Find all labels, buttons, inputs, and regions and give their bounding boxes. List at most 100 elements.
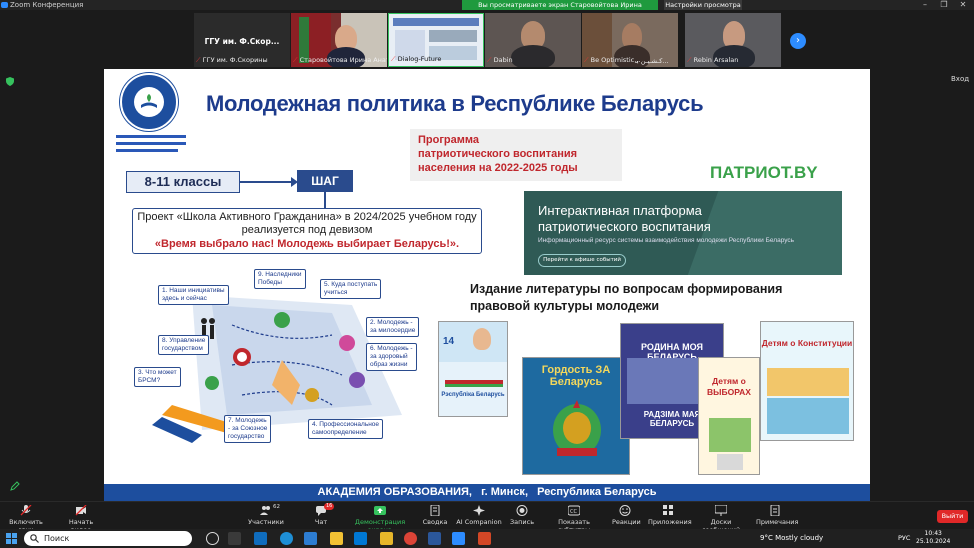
next-page-button[interactable]: ›: [790, 33, 806, 49]
video-off-icon: [75, 505, 87, 516]
chat-button[interactable]: 16 Чат: [310, 503, 335, 526]
shared-screen-area: Вход Молодежная политика в Республике Бе…: [0, 69, 974, 501]
info-label-3: 3. Что может БРСМ?: [134, 367, 181, 387]
explorer-icon[interactable]: [380, 532, 393, 545]
info-label-4: 4. Профессиональное самоопределение: [308, 419, 384, 439]
participant-name: كـشـيـن بـ...: [635, 57, 669, 65]
close-icon[interactable]: ✕: [953, 0, 973, 10]
whiteboard-icon: [715, 505, 727, 516]
slide-title: Молодежная политика в Республике Беларус…: [206, 91, 704, 116]
participant-tile[interactable]: ⟋ Rebin Arsalan: [685, 13, 781, 67]
share-banner: Вы просматриваете экран Старовойтова Ири…: [462, 0, 658, 19]
info-label-7: 7. Молодежь - за Союзное государство: [224, 415, 272, 443]
book-cover-constitution: Детям о Конституции: [760, 321, 854, 441]
info-label-8: 8. Управление государством: [158, 335, 210, 355]
enter-button[interactable]: Вход: [951, 75, 969, 83]
svg-text:CC: CC: [570, 509, 577, 515]
zoom-taskbar-icon[interactable]: [452, 532, 465, 545]
book-cover-republic: 14 Рэспубліка Беларусь: [438, 321, 508, 417]
sparkle-icon: [473, 505, 485, 516]
participant-name: ⟋ Dialog-Future: [391, 55, 442, 63]
platform-title: патриотического воспитания: [538, 219, 711, 234]
project-line: реализуется под девизом: [241, 224, 373, 236]
notes-button[interactable]: Примечания: [756, 505, 798, 526]
microphone-muted-icon: [20, 505, 32, 516]
connector-arrow: [240, 181, 295, 183]
share-screen-icon: [374, 506, 386, 515]
annotate-pen-icon[interactable]: [10, 481, 20, 491]
files-icon[interactable]: [330, 532, 343, 545]
logo-stripe: [116, 142, 186, 145]
minimize-icon[interactable]: –: [915, 0, 935, 10]
reactions-button[interactable]: Реакции: [612, 505, 641, 526]
info-label-1: 1. Наши инициативы здесь и сейчас: [158, 285, 229, 305]
participant-name: ⟋ Dabin: [487, 56, 513, 64]
participant-count: 62: [273, 504, 280, 510]
platform-subtitle: Информационный ресурс системы взаимодейс…: [538, 237, 795, 244]
leave-button[interactable]: Выйти: [937, 510, 968, 523]
participant-tile[interactable]: ⟋ Dialog-Future: [388, 13, 484, 67]
edge-icon[interactable]: [280, 532, 293, 545]
cortana-icon[interactable]: [206, 532, 219, 545]
mail-icon[interactable]: [354, 532, 367, 545]
book-leaf-icon: [141, 94, 157, 108]
footer-country: Республика Беларусь: [537, 486, 657, 498]
book-number: 14: [443, 336, 455, 347]
windows-start-icon[interactable]: [6, 533, 17, 544]
book-cover-elections: Детям о ВЫБОРАХ: [698, 357, 760, 475]
language-indicator[interactable]: РУС: [898, 532, 910, 545]
store-icon[interactable]: [304, 532, 317, 545]
participant-tile[interactable]: ⟋ Dabin: [485, 13, 581, 67]
captions-icon: CC: [568, 505, 580, 516]
shield-icon[interactable]: [6, 77, 14, 86]
book-title: Рэспубліка Беларусь: [441, 392, 505, 398]
task-view-icon[interactable]: [228, 532, 241, 545]
info-label-5: 5. Куда поступать учиться: [320, 279, 382, 299]
outlook-icon[interactable]: [254, 532, 267, 545]
word-icon[interactable]: [428, 532, 441, 545]
meeting-toolbar: Включить звук Начать видео 62 Участники …: [0, 501, 974, 534]
window-title: Zoom Конференция: [10, 1, 84, 9]
connector-line: [324, 192, 326, 208]
zoom-window: Zoom Конференция Вы просматриваете экран…: [0, 0, 974, 548]
ai-companion-button[interactable]: AI Companion: [456, 505, 502, 526]
apps-button[interactable]: Приложения: [648, 505, 692, 526]
participant-tile[interactable]: كـشـيـن بـ...: [633, 13, 683, 67]
program-line: населения на 2022-2025 годы: [418, 162, 578, 174]
book-title: Детям о Конституции: [761, 338, 853, 348]
participant-center-name: ГГУ им. Ф.Скор...: [204, 37, 280, 46]
record-icon: [516, 505, 528, 516]
windows-taskbar: Поиск 9°C Mostly cloudy РУС 10:43 25.10.…: [0, 529, 974, 548]
participant-tile[interactable]: ГГУ им. Ф.Скор... ⟋ ГГУ им. Ф.Скорины: [194, 13, 290, 67]
program-line: патриотического воспитания: [418, 148, 578, 160]
taskbar-search-input[interactable]: Поиск: [24, 531, 192, 546]
participant-strip: ГГУ им. Ф.Скор... ⟋ ГГУ им. Ф.Скорины ⟋ …: [0, 11, 974, 69]
maximize-icon[interactable]: ❐: [934, 0, 954, 10]
academy-logo: [120, 73, 178, 131]
system-clock[interactable]: 10:43 25.10.2024: [916, 530, 950, 546]
zoom-logo-icon: [1, 2, 8, 8]
weather-widget[interactable]: 9°C Mostly cloudy: [760, 532, 823, 545]
search-icon: [30, 534, 39, 543]
book-cover-pride: Гордость ЗА Беларусь: [522, 357, 630, 475]
footer-city: г. Минск,: [481, 486, 528, 498]
view-settings-button[interactable]: Настройки просмотра: [664, 0, 742, 10]
presentation-slide: Молодежная политика в Республике Беларус…: [104, 69, 870, 501]
search-placeholder: Поиск: [44, 534, 70, 543]
smiley-icon: [619, 505, 631, 516]
info-label-2: 2. Молодежь - за милосердие: [366, 317, 420, 337]
step-box: ШАГ: [297, 170, 353, 192]
participants-button[interactable]: 62 Участники: [246, 504, 286, 526]
record-button[interactable]: Запись: [510, 505, 534, 526]
powerpoint-icon[interactable]: [478, 532, 491, 545]
platform-events-button: Перейти к афише событий: [538, 254, 626, 267]
participant-tile[interactable]: ⟋ Старовойтова Ирина Анатол...: [291, 13, 387, 67]
participant-name: ⟋ Be Optimistic...: [584, 56, 641, 64]
chrome-icon[interactable]: [404, 532, 417, 545]
summary-button[interactable]: Сводка: [420, 505, 450, 526]
book-title: Гордость ЗА Беларусь: [541, 364, 611, 388]
apps-icon: [663, 505, 673, 515]
book-title: Детям о ВЫБОРАХ: [707, 376, 751, 397]
patriot-by-logo: ПАТРИОТ.BY: [710, 163, 818, 182]
program-box: Программа патриотического воспитания нас…: [410, 129, 622, 181]
